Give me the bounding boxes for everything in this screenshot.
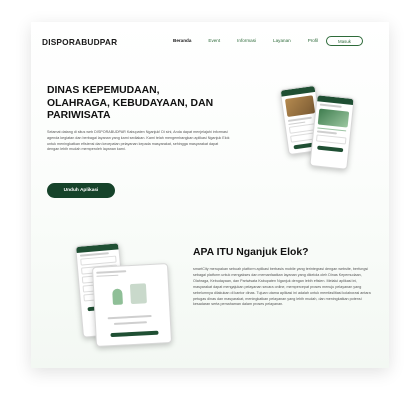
nav-item-layanan[interactable]: Layanan: [273, 38, 291, 43]
about-title: APA ITU Nganjuk Elok?: [193, 247, 309, 258]
about-description: smartCity merupakan sebuah platform apli…: [193, 267, 371, 307]
nav-item-profil[interactable]: Profil: [308, 38, 318, 43]
nav-item-informasi[interactable]: Informasi: [237, 38, 256, 43]
hero-phone-mockup-front: [309, 94, 355, 170]
page-frame: DISPORABUDPAR Beranda Event Informasi La…: [31, 22, 389, 368]
brand-logo[interactable]: DISPORABUDPAR: [42, 37, 117, 47]
login-button[interactable]: Masuk: [326, 36, 363, 46]
nav-item-event[interactable]: Event: [208, 38, 220, 43]
top-navigation: DISPORABUDPAR Beranda Event Informasi La…: [31, 22, 389, 62]
nav-menu: Beranda Event Informasi Layanan Profil: [173, 38, 335, 43]
download-app-button[interactable]: Unduh Aplikasi: [47, 183, 115, 198]
hero-title: DINAS KEPEMUDAAN, OLAHRAGA, KEBUDAYAAN, …: [47, 85, 214, 121]
about-phone-mockup-front: [91, 263, 173, 347]
nav-item-beranda[interactable]: Beranda: [173, 38, 191, 43]
hero-description: Selamat datang di situs web DISPORABUDPA…: [47, 130, 230, 152]
